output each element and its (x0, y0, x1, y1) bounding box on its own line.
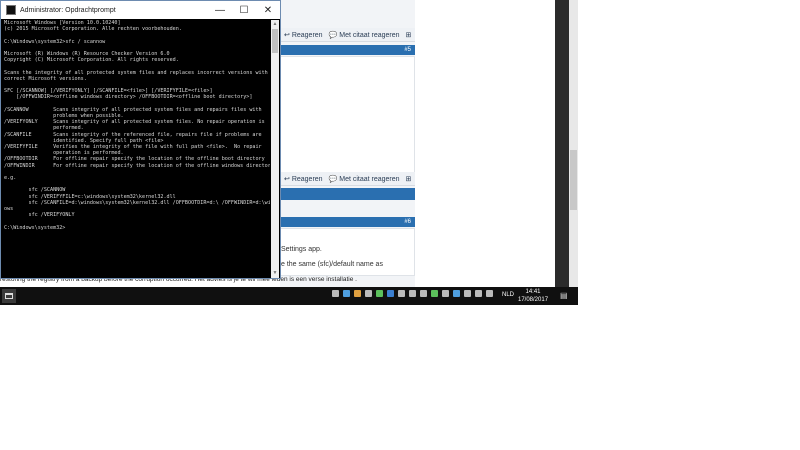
minimize-button[interactable]: — (208, 1, 232, 19)
battery-icon[interactable] (475, 290, 482, 297)
post-text: Settings app. (281, 246, 322, 253)
post-text: e the same (sfc)/default name as (281, 261, 383, 268)
tray-app-icon[interactable] (376, 290, 383, 297)
window-titlebar[interactable]: Administrator: Opdrachtprompt — ☐ ✕ (1, 1, 280, 19)
tray-app-icon[interactable] (431, 290, 438, 297)
scroll-up-arrow-icon[interactable]: ▲ (271, 20, 279, 28)
page-scrollbar-thumb[interactable] (570, 150, 577, 210)
quote-reply-button[interactable]: 💬 Met citaat reageren (329, 175, 400, 183)
reply-button[interactable]: ↩ Reageren (284, 175, 323, 183)
multiquote-button[interactable]: ⊞ (406, 175, 412, 183)
console-output[interactable]: Microsoft Windows [Version 10.0.10240] (… (4, 20, 270, 276)
quote-reply-button[interactable]: 💬 Met citaat reageren (329, 31, 400, 39)
console-scrollbar-thumb[interactable] (272, 29, 278, 53)
close-button[interactable]: ✕ (256, 1, 280, 19)
tray-app-icon[interactable] (409, 290, 416, 297)
tray-app-icon[interactable] (343, 290, 350, 297)
post-header-bar (280, 188, 415, 200)
post-header: #5 (280, 45, 415, 55)
clock-date: 17/08/2017 (518, 297, 549, 303)
tray-app-icon[interactable] (354, 290, 361, 297)
post-body (280, 56, 415, 174)
post-toolbar: ↩ Reageren 💬 Met citaat reageren ⊞ (280, 172, 415, 186)
scroll-down-arrow-icon[interactable]: ▼ (271, 269, 279, 277)
tray-app-icon[interactable] (332, 290, 339, 297)
reply-button[interactable]: ↩ Reageren (284, 31, 323, 39)
command-prompt-window[interactable]: Administrator: Opdrachtprompt — ☐ ✕ Micr… (0, 0, 281, 279)
cmd-taskbar-icon[interactable] (2, 289, 16, 303)
clock-time: 14:41 (525, 289, 541, 295)
post-header: #6 (280, 217, 415, 227)
keyboard-icon[interactable] (486, 290, 493, 297)
tray-app-icon[interactable] (442, 290, 449, 297)
system-tray-icons (332, 290, 493, 297)
page-scrollbar[interactable] (569, 0, 578, 290)
console-scrollbar[interactable] (271, 20, 279, 278)
tray-app-icon[interactable] (365, 290, 372, 297)
tray-app-icon[interactable] (420, 290, 427, 297)
tray-app-icon[interactable] (387, 290, 394, 297)
dark-sidebar (555, 0, 569, 290)
window-title: Administrator: Opdrachtprompt (20, 6, 116, 14)
taskbar: NLD 14:41 17/08/2017 ▤ (0, 287, 578, 305)
post-toolbar: ↩ Reageren 💬 Met citaat reageren ⊞ (280, 28, 415, 42)
volume-icon[interactable] (464, 290, 471, 297)
tray-app-icon[interactable] (398, 290, 405, 297)
language-indicator[interactable]: NLD (502, 292, 514, 298)
notification-icon[interactable]: ▤ (560, 291, 568, 300)
cmd-icon (6, 5, 16, 15)
clock[interactable]: 14:41 17/08/2017 (518, 288, 548, 304)
network-icon[interactable] (453, 290, 460, 297)
maximize-button[interactable]: ☐ (232, 1, 256, 19)
multiquote-button[interactable]: ⊞ (406, 31, 412, 39)
